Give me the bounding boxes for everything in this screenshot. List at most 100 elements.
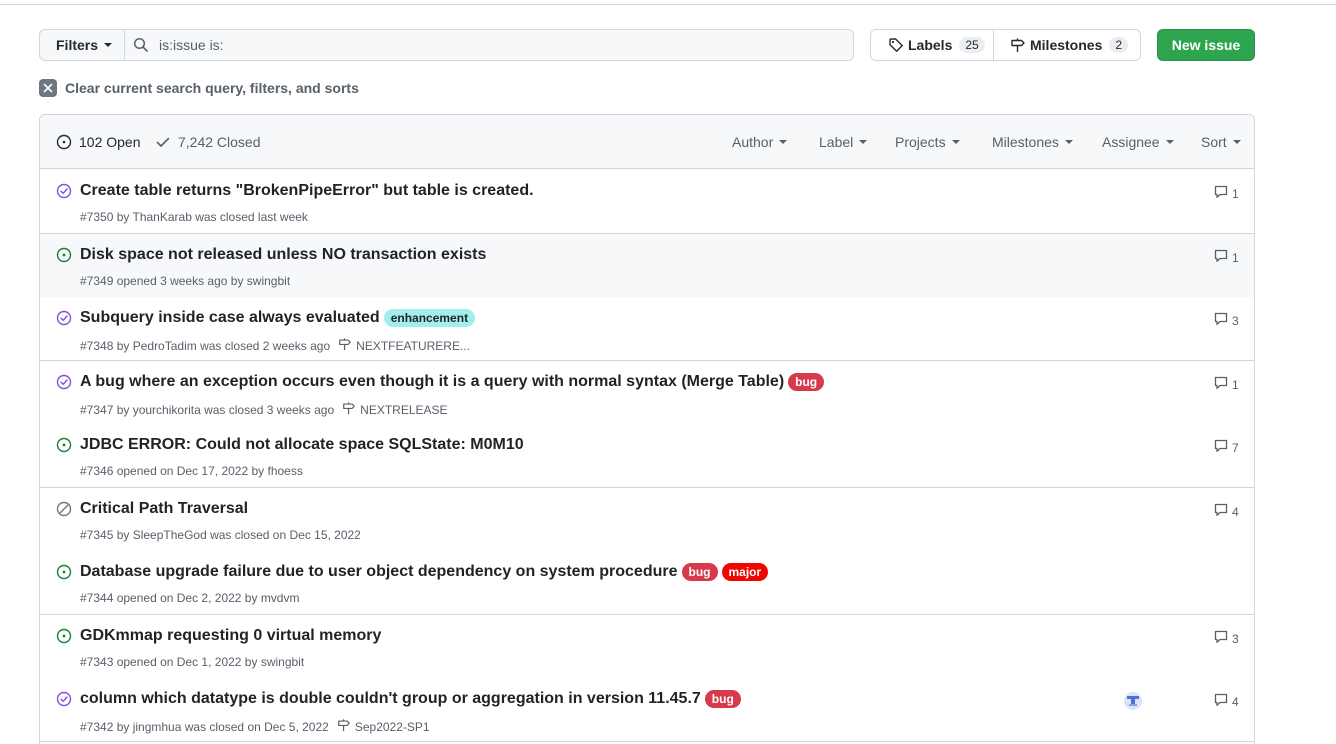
issue-meta: #7345 by SleepTheGod was closed on Dec 1… [80, 528, 361, 542]
caret-down-icon [104, 43, 113, 47]
issue-meta: #7343 opened on Dec 1, 2022 by swingbit [80, 655, 304, 669]
comments-link[interactable]: 4 [1213, 502, 1239, 521]
issue-meta-text: #7343 opened on Dec 1, 2022 by swingbit [80, 655, 305, 669]
projects-filter[interactable]: Projects [895, 134, 960, 150]
comment-count: 1 [1232, 186, 1239, 201]
issues-toolbar: Filters Labels 25 Milestones 2 New issue [39, 29, 1255, 61]
issue-meta: #7342 by jingmhua was closed on Dec 5, 2… [80, 718, 430, 735]
author-filter[interactable]: Author [732, 134, 788, 150]
comments-link[interactable]: 3 [1213, 311, 1239, 330]
assignee-avatar[interactable] [1124, 692, 1142, 710]
label-bug[interactable]: bug [788, 373, 825, 391]
milestone-link[interactable]: NEXTFEATURERE... [356, 339, 470, 353]
search-input[interactable] [159, 37, 759, 53]
issue-row[interactable]: JDBC ERROR: Could not allocate space SQL… [40, 424, 1254, 488]
comment-count: 4 [1232, 504, 1239, 519]
milestone-link[interactable]: NEXTRELEASE [360, 403, 447, 417]
milestone-link[interactable]: Sep2022-SP1 [355, 720, 430, 734]
milestone-icon [337, 718, 351, 735]
issue-meta-text: #7349 opened 3 weeks ago by swingbit [80, 274, 291, 288]
label-major[interactable]: major [721, 563, 769, 581]
issue-title-text[interactable]: Critical Path Traversal [80, 500, 248, 518]
projects-filter-label: Projects [895, 134, 946, 150]
issue-title[interactable]: Create table returns "BrokenPipeError" b… [80, 182, 534, 200]
issue-row[interactable]: Database upgrade failure due to user obj… [40, 551, 1254, 615]
label-bug[interactable]: bug [681, 563, 718, 581]
comment-icon [1213, 184, 1232, 203]
milestones-label: Milestones [1030, 37, 1103, 53]
issue-closed-icon [56, 183, 72, 199]
comment-icon [1213, 248, 1232, 267]
comments-link[interactable]: 4 [1213, 692, 1239, 711]
issue-meta: #7350 by ThanKarab was closed last week [80, 210, 308, 224]
comment-count: 1 [1232, 377, 1239, 392]
sort-filter[interactable]: Sort [1201, 134, 1241, 150]
issue-meta-text: #7346 opened on Dec 17, 2022 by fhoess [80, 464, 303, 478]
tag-icon [889, 38, 903, 52]
issue-title[interactable]: Disk space not released unless NO transa… [80, 246, 486, 264]
new-issue-button[interactable]: New issue [1157, 29, 1255, 61]
comment-count: 3 [1232, 631, 1239, 646]
issue-title-text[interactable]: GDKmmap requesting 0 virtual memory [80, 627, 381, 645]
search-icon [133, 37, 148, 52]
issue-row[interactable]: A bug where an exception occurs even tho… [40, 361, 1254, 425]
issue-closed-icon [56, 310, 72, 326]
milestones-button[interactable]: Milestones 2 [993, 29, 1141, 61]
open-issues-tab[interactable]: 102 Open [56, 134, 141, 150]
issue-title-text[interactable]: A bug where an exception occurs even tho… [80, 373, 784, 391]
issue-row[interactable]: Create table returns "BrokenPipeError" b… [40, 170, 1254, 234]
closed-issues-tab[interactable]: 7,242 Closed [155, 134, 261, 150]
issue-row[interactable]: Critical Path Traversal #7345 by SleepThe… [40, 488, 1254, 552]
caret-down-icon [1232, 140, 1241, 144]
labels-button[interactable]: Labels 25 [870, 29, 994, 61]
caret-down-icon [1064, 140, 1073, 144]
close-icon [39, 79, 57, 97]
assignee-filter-label: Assignee [1102, 134, 1160, 150]
comments-link[interactable]: 3 [1213, 629, 1239, 648]
issue-title-text[interactable]: Create table returns "BrokenPipeError" b… [80, 182, 534, 200]
milestone-icon [342, 401, 356, 418]
comments-link[interactable]: 1 [1213, 375, 1239, 394]
issue-closed-icon [56, 691, 72, 707]
issue-title-text[interactable]: JDBC ERROR: Could not allocate space SQL… [80, 436, 524, 454]
issue-open-icon [56, 134, 72, 150]
issue-not-planned-icon [56, 501, 72, 517]
label-enhancement[interactable]: enhancement [383, 309, 476, 327]
comments-link[interactable]: 1 [1213, 248, 1239, 267]
issue-title[interactable]: GDKmmap requesting 0 virtual memory [80, 627, 381, 645]
label-filter[interactable]: Label [819, 134, 868, 150]
issue-title-text[interactable]: column which datatype is double couldn't… [80, 690, 701, 708]
search-box[interactable] [124, 29, 854, 61]
issue-title[interactable]: A bug where an exception occurs even tho… [80, 373, 825, 391]
clear-query-link[interactable]: Clear current search query, filters, and… [39, 79, 359, 97]
comments-link[interactable]: 7 [1213, 438, 1239, 457]
issue-meta: #7349 opened 3 weeks ago by swingbit [80, 274, 290, 288]
issue-title-text[interactable]: Database upgrade failure due to user obj… [80, 563, 678, 581]
comments-link[interactable]: 1 [1213, 184, 1239, 203]
issue-row[interactable]: Subquery inside case always evaluated enh… [40, 297, 1254, 361]
issue-title[interactable]: JDBC ERROR: Could not allocate space SQL… [80, 436, 524, 454]
issue-title-text[interactable]: Subquery inside case always evaluated [80, 309, 380, 327]
milestones-filter-label: Milestones [992, 134, 1059, 150]
milestone-icon [338, 337, 352, 354]
issue-title[interactable]: column which datatype is double couldn't… [80, 690, 741, 708]
comment-icon [1213, 692, 1232, 711]
issue-title[interactable]: Critical Path Traversal [80, 500, 248, 518]
comment-icon [1213, 311, 1232, 330]
comment-count: 1 [1232, 250, 1239, 265]
clear-query-label: Clear current search query, filters, and… [65, 80, 359, 96]
filters-button[interactable]: Filters [39, 29, 125, 61]
assignee-filter[interactable]: Assignee [1102, 134, 1174, 150]
issue-meta: #7346 opened on Dec 17, 2022 by fhoess [80, 464, 303, 478]
issue-title[interactable]: Subquery inside case always evaluated enh… [80, 309, 476, 327]
milestones-count-badge: 2 [1109, 37, 1129, 53]
issue-row[interactable]: column which datatype is double couldn't… [40, 678, 1254, 742]
issue-row[interactable]: GDKmmap requesting 0 virtual memory #7343… [40, 615, 1254, 679]
issue-title[interactable]: Database upgrade failure due to user obj… [80, 563, 769, 581]
issue-title-text[interactable]: Disk space not released unless NO transa… [80, 246, 486, 264]
label-bug[interactable]: bug [704, 690, 741, 708]
issue-open-icon [56, 628, 72, 644]
issue-row[interactable]: Disk space not released unless NO transa… [40, 234, 1254, 298]
check-icon [156, 137, 170, 147]
milestones-filter[interactable]: Milestones [992, 134, 1073, 150]
